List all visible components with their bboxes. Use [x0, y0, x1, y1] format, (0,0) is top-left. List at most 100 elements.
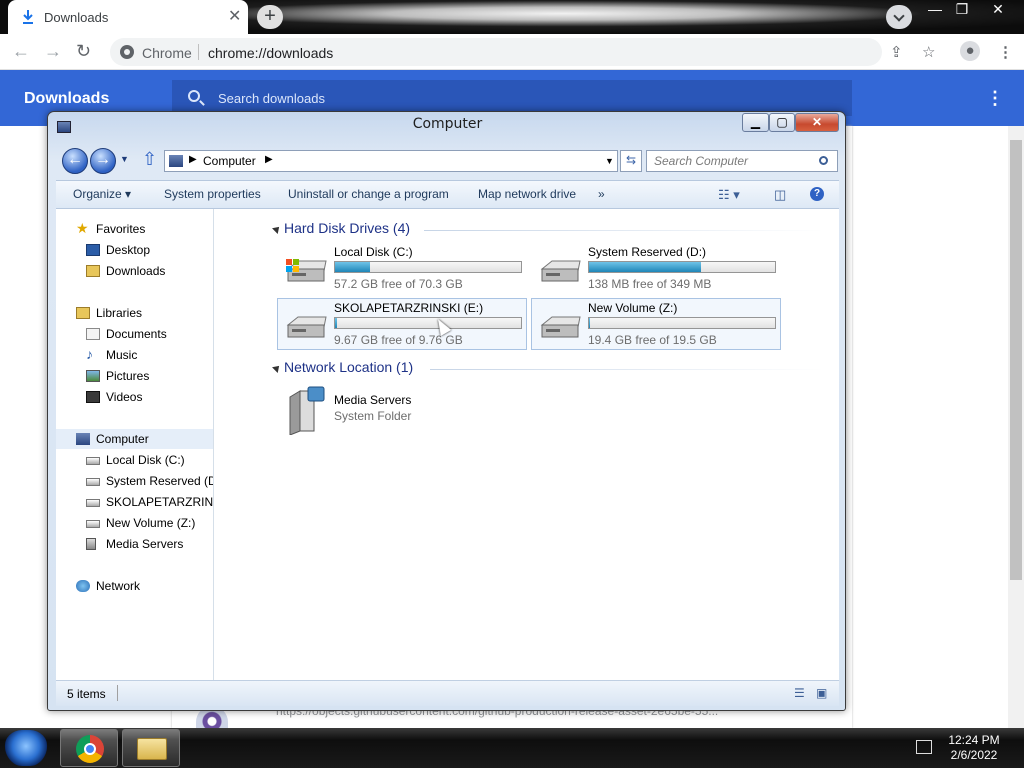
system-clock[interactable]: 12:24 PM 2/6/2022 — [938, 733, 1010, 763]
site-info-icon[interactable] — [120, 45, 134, 59]
map-network-drive-button[interactable]: Map network drive — [478, 187, 576, 201]
scrollbar[interactable] — [1008, 126, 1024, 728]
restore-button[interactable]: ❐ — [948, 0, 976, 20]
computer-icon — [169, 155, 183, 167]
media-server-icon — [86, 538, 96, 550]
group-header-hard-disks[interactable]: Hard Disk Drives (4) — [284, 220, 410, 236]
group-header-network-location[interactable]: Network Location (1) — [284, 359, 413, 375]
page-title: Downloads — [24, 90, 110, 107]
share-icon[interactable]: ⇪ — [890, 43, 903, 61]
network-item-media-servers[interactable]: Media Servers System Folder — [278, 385, 528, 449]
taskbar-explorer-button[interactable] — [122, 729, 180, 767]
star-icon: ★ — [76, 220, 89, 236]
back-arrow-icon[interactable]: ← — [62, 148, 88, 174]
recent-pages-chevron-icon[interactable]: ▼ — [120, 154, 129, 164]
search-icon[interactable] — [819, 156, 828, 165]
search-computer-field[interactable]: Search Computer — [646, 150, 838, 172]
hard-drive-icon — [540, 316, 581, 338]
omnibox[interactable]: Chrome chrome://downloads — [110, 38, 882, 66]
star-icon[interactable]: ☆ — [922, 43, 935, 61]
network-item-name: Media Servers — [334, 393, 412, 407]
address-dropdown-icon[interactable]: ▼ — [605, 156, 614, 166]
omnibox-url[interactable]: chrome://downloads — [208, 45, 333, 61]
uninstall-program-button[interactable]: Uninstall or change a program — [288, 187, 449, 201]
drive-local-disk-c[interactable]: Local Disk (C:) 57.2 GB free of 70.3 GB — [278, 243, 528, 295]
browser-toolbar: ← → ↻ Chrome chrome://downloads ⇪ ☆ ● ⋮ — [0, 34, 1024, 70]
hard-drive-icon — [540, 260, 581, 282]
status-bar: 5 items ☰ ▣ — [56, 680, 839, 706]
chrome-icon — [76, 735, 104, 763]
clock-time: 12:24 PM — [948, 733, 1000, 747]
up-arrow-icon[interactable]: ⇧ — [142, 149, 157, 170]
tab-downloads[interactable]: Downloads ✕ — [8, 0, 248, 34]
drive-name: Local Disk (C:) — [334, 245, 413, 259]
drive-name: System Reserved (D:) — [588, 245, 707, 259]
drive-name: New Volume (Z:) — [588, 301, 678, 315]
media-server-icon — [289, 386, 325, 435]
help-icon[interactable]: ? — [810, 187, 824, 201]
profile-icon[interactable]: ● — [960, 41, 980, 61]
forward-arrow-icon[interactable]: → — [90, 148, 116, 174]
start-button[interactable] — [4, 730, 48, 766]
drive-new-volume-z[interactable]: New Volume (Z:) 19.4 GB free of 19.5 GB — [531, 298, 781, 350]
videos-icon — [86, 391, 100, 403]
back-arrow-icon[interactable]: ← — [12, 42, 30, 60]
chevron-down-icon[interactable] — [886, 5, 912, 29]
status-divider — [117, 685, 118, 701]
music-icon: ♪ — [86, 346, 93, 362]
taskbar-chrome-button[interactable] — [60, 729, 118, 767]
search-placeholder: Search downloads — [218, 91, 325, 106]
breadcrumb-computer[interactable]: Computer — [203, 154, 256, 168]
large-icons-view-icon[interactable]: ▣ — [816, 686, 827, 700]
close-window-button[interactable]: ✕ — [984, 0, 1012, 20]
collapse-group-icon[interactable] — [272, 363, 282, 373]
item-count: 5 items — [67, 687, 106, 701]
network-tray-icon[interactable] — [916, 740, 932, 754]
forward-arrow-icon[interactable]: → — [44, 42, 62, 60]
system-properties-button[interactable]: System properties — [164, 187, 261, 201]
address-bar[interactable]: ▶ Computer ▶ ▼ — [164, 150, 618, 172]
drive-usage-bar — [334, 261, 522, 273]
omnibox-site-label: Chrome — [142, 45, 192, 61]
drive-usage-bar — [334, 317, 522, 329]
hard-drive-icon — [286, 316, 327, 338]
plus-icon[interactable]: + — [257, 5, 283, 29]
drive-icon — [86, 499, 100, 507]
kebab-menu-icon[interactable]: ⋮ — [986, 88, 1004, 109]
minimize-button[interactable]: ▁ — [742, 113, 769, 132]
nav-computer[interactable]: Computer — [56, 429, 213, 449]
downloads-folder-icon — [86, 265, 100, 277]
breadcrumb-arrow-icon[interactable]: ▶ — [265, 154, 273, 165]
details-view-icon[interactable]: ☰ — [794, 686, 805, 700]
refresh-icon[interactable]: ⇆ — [620, 150, 642, 172]
change-view-icon[interactable]: ☷ ▾ — [718, 187, 740, 203]
search-icon — [188, 90, 200, 102]
libraries-icon — [76, 307, 90, 319]
drive-usage-fill — [589, 318, 590, 328]
minimize-button[interactable]: — — [921, 0, 949, 20]
kebab-menu-icon[interactable]: ⋮ — [998, 43, 1013, 61]
drive-free-space: 57.2 GB free of 70.3 GB — [334, 277, 463, 291]
tab-strip: Downloads ✕ + — ❐ ✕ — [0, 0, 1024, 34]
scrollbar-thumb[interactable] — [1010, 140, 1022, 580]
close-icon[interactable]: ✕ — [228, 6, 241, 26]
drive-usage-bar — [588, 261, 776, 273]
drive-usage-fill — [335, 262, 370, 272]
overflow-chevron-icon[interactable]: » — [598, 187, 605, 201]
download-icon — [23, 10, 33, 24]
drive-skolapetarzrinski-e[interactable]: SKOLAPETARZRINSKI (E:) 9.67 GB free of 9… — [277, 298, 527, 350]
drive-free-space: 9.67 GB free of 9.76 GB — [334, 333, 463, 347]
organize-button[interactable]: Organize ▾ — [73, 187, 131, 201]
breadcrumb-arrow-icon[interactable]: ▶ — [189, 154, 197, 165]
drive-icon — [86, 520, 100, 528]
close-button[interactable]: ✕ — [795, 113, 839, 132]
preview-pane-icon[interactable]: ◫ — [774, 187, 786, 203]
drive-usage-bar — [588, 317, 776, 329]
desktop-icon — [86, 244, 100, 256]
reload-icon[interactable]: ↻ — [76, 42, 91, 60]
collapse-group-icon[interactable] — [272, 224, 282, 234]
explorer-content: ★ Favorites Desktop Downloads Libraries … — [56, 209, 839, 680]
search-placeholder: Search Computer — [654, 154, 749, 168]
drive-system-reserved-d[interactable]: System Reserved (D:) 138 MB free of 349 … — [532, 243, 782, 295]
maximize-button[interactable]: ▢ — [769, 113, 795, 132]
